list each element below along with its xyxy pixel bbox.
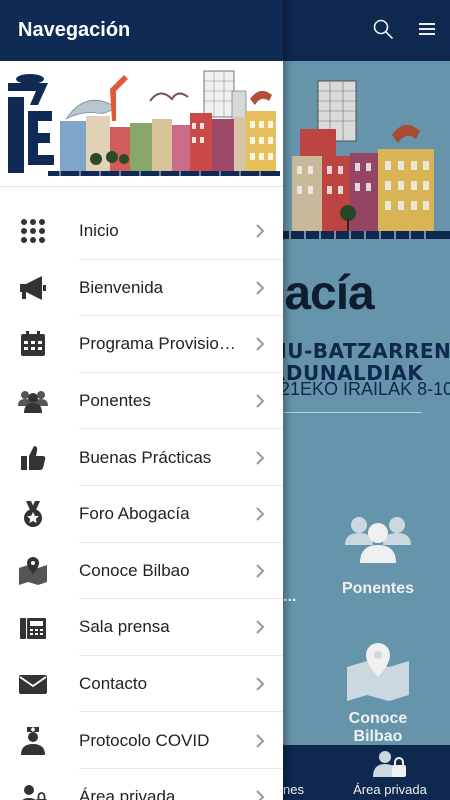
- people-icon: [18, 391, 48, 414]
- menu-item-area-privada[interactable]: Área privada: [0, 769, 283, 800]
- menu-item-ponentes[interactable]: Ponentes: [0, 373, 283, 430]
- doctor-icon: [21, 726, 45, 755]
- chevron-right-icon: [256, 394, 265, 408]
- drawer-menu: Inicio Bienvenida Programa Provisional P…: [0, 203, 283, 800]
- menu-item-label: Sala prensa: [79, 617, 170, 637]
- menu-item-inicio[interactable]: Inicio: [0, 203, 283, 260]
- calendar-icon: [21, 331, 45, 357]
- chevron-right-icon: [256, 677, 265, 691]
- menu-item-conoce-bilbao[interactable]: Conoce Bilbao: [0, 543, 283, 600]
- drawer-title: Navegación: [18, 19, 131, 41]
- drawer-scrim[interactable]: [283, 0, 450, 800]
- chevron-right-icon: [256, 620, 265, 635]
- chevron-right-icon: [256, 507, 265, 521]
- drawer-header: Navegación: [0, 0, 283, 61]
- chevron-right-icon: [256, 337, 265, 352]
- chevron-right-icon: [256, 281, 265, 295]
- envelope-icon: [19, 675, 47, 695]
- chevron-right-icon: [256, 733, 265, 748]
- menu-item-protocolo-covid[interactable]: Protocolo COVID: [0, 712, 283, 769]
- menu-item-label: Conoce Bilbao: [79, 560, 190, 580]
- chevron-right-icon: [256, 790, 265, 800]
- grid-icon: [21, 219, 45, 244]
- chevron-right-icon: [256, 224, 265, 239]
- fax-icon: [20, 618, 46, 640]
- menu-item-label: Bienvenida: [79, 277, 164, 297]
- menu-item-bienvenida[interactable]: Bienvenida: [0, 260, 283, 317]
- menu-item-label: Buenas Prácticas: [79, 447, 212, 467]
- menu-item-label: Área privada: [79, 787, 176, 800]
- medal-icon: [24, 501, 42, 528]
- menu-item-programa[interactable]: Programa Provisional: [0, 316, 283, 373]
- logo-icon: [8, 74, 54, 173]
- navigation-drawer: Navegación Inicio Bienvenida Programa Pr…: [0, 0, 283, 800]
- chevron-right-icon: [256, 450, 265, 465]
- thumbs-up-icon: [21, 445, 46, 470]
- menu-item-buenas-practicas[interactable]: Buenas Prácticas: [0, 429, 283, 486]
- menu-item-label: Protocolo COVID: [79, 730, 210, 750]
- menu-item-label: Programa Provisional: [79, 334, 237, 354]
- menu-item-label: Contacto: [79, 674, 148, 694]
- menu-item-label: Foro Abogacía: [79, 504, 190, 524]
- drawer-banner-illustration: [0, 61, 283, 187]
- menu-item-label: Inicio: [79, 221, 119, 241]
- menu-item-foro-abogacia[interactable]: Foro Abogacía: [0, 486, 283, 543]
- megaphone-icon: [20, 275, 46, 300]
- user-lock-icon: [22, 785, 47, 800]
- chevron-right-icon: [256, 564, 265, 578]
- menu-item-sala-prensa[interactable]: Sala prensa: [0, 599, 283, 656]
- map-pin-icon: [19, 556, 47, 585]
- menu-item-contacto[interactable]: Contacto: [0, 656, 283, 713]
- menu-item-label: Ponentes: [79, 391, 151, 411]
